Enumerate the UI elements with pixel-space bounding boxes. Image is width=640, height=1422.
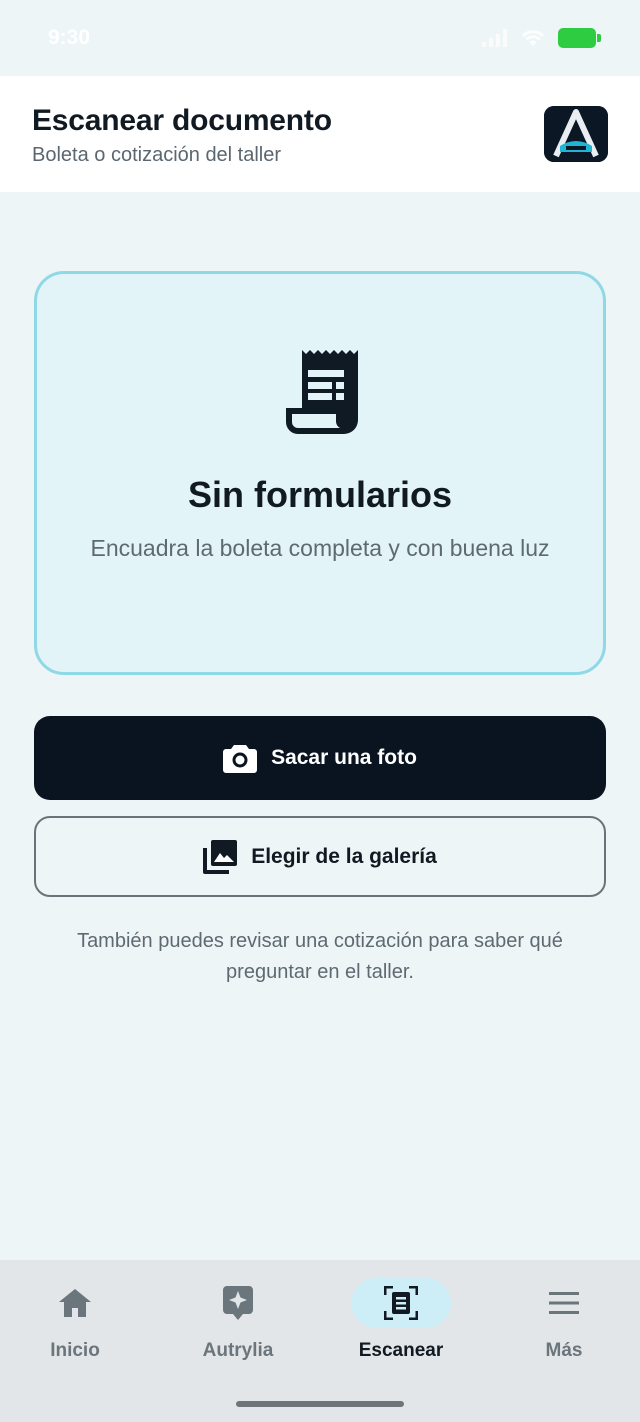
nav-label-inicio: Inicio: [50, 1340, 100, 1361]
card-title: Sin formularios: [187, 474, 453, 515]
bottom-navigation: Inicio Autrylia Escanear Más: [0, 1260, 640, 1422]
wifi-icon: [521, 30, 545, 46]
scan-instructions-card: Sin formularios Encuadra la boleta compl…: [34, 271, 606, 675]
menu-icon: [549, 1292, 579, 1314]
receipt-icon: [286, 350, 358, 434]
nav-item-mas[interactable]: Más: [484, 1278, 640, 1368]
page-title: Escanear documento: [32, 104, 332, 137]
nav-label-autrylia: Autrylia: [202, 1340, 274, 1361]
take-photo-button[interactable]: Sacar una foto: [34, 716, 606, 800]
autrylia-logo-icon: [544, 106, 608, 162]
nav-label-mas: Más: [545, 1340, 583, 1361]
status-icons: [482, 28, 601, 48]
scan-document-icon: [384, 1286, 418, 1320]
choose-gallery-label: Elegir de la galería: [251, 844, 437, 868]
status-time: 9:30: [48, 26, 91, 49]
take-photo-label: Sacar una foto: [271, 746, 417, 769]
hint-text: También puedes revisar una cotización pa…: [77, 930, 563, 983]
header: Escanear documento Boleta o cotización d…: [0, 76, 640, 192]
sparkle-icon: [223, 1286, 253, 1320]
choose-gallery-button[interactable]: Elegir de la galería: [34, 816, 606, 897]
nav-item-inicio[interactable]: Inicio: [0, 1278, 155, 1368]
camera-icon: [223, 745, 258, 773]
home-indicator[interactable]: [236, 1401, 404, 1407]
nav-active-indicator: [351, 1278, 451, 1328]
nav-item-autrylia[interactable]: Autrylia: [158, 1278, 318, 1368]
card-description: Encuadra la boleta completa y con buena …: [90, 535, 550, 561]
signal-icon: [482, 29, 507, 47]
gallery-icon: [203, 839, 238, 874]
home-icon: [59, 1289, 91, 1317]
battery-icon: [558, 28, 601, 48]
page-subtitle: Boleta o cotización del taller: [32, 144, 282, 166]
status-bar: 9:30: [0, 0, 640, 76]
nav-label-escanear: Escanear: [358, 1340, 444, 1361]
nav-item-escanear[interactable]: Escanear: [321, 1278, 481, 1368]
